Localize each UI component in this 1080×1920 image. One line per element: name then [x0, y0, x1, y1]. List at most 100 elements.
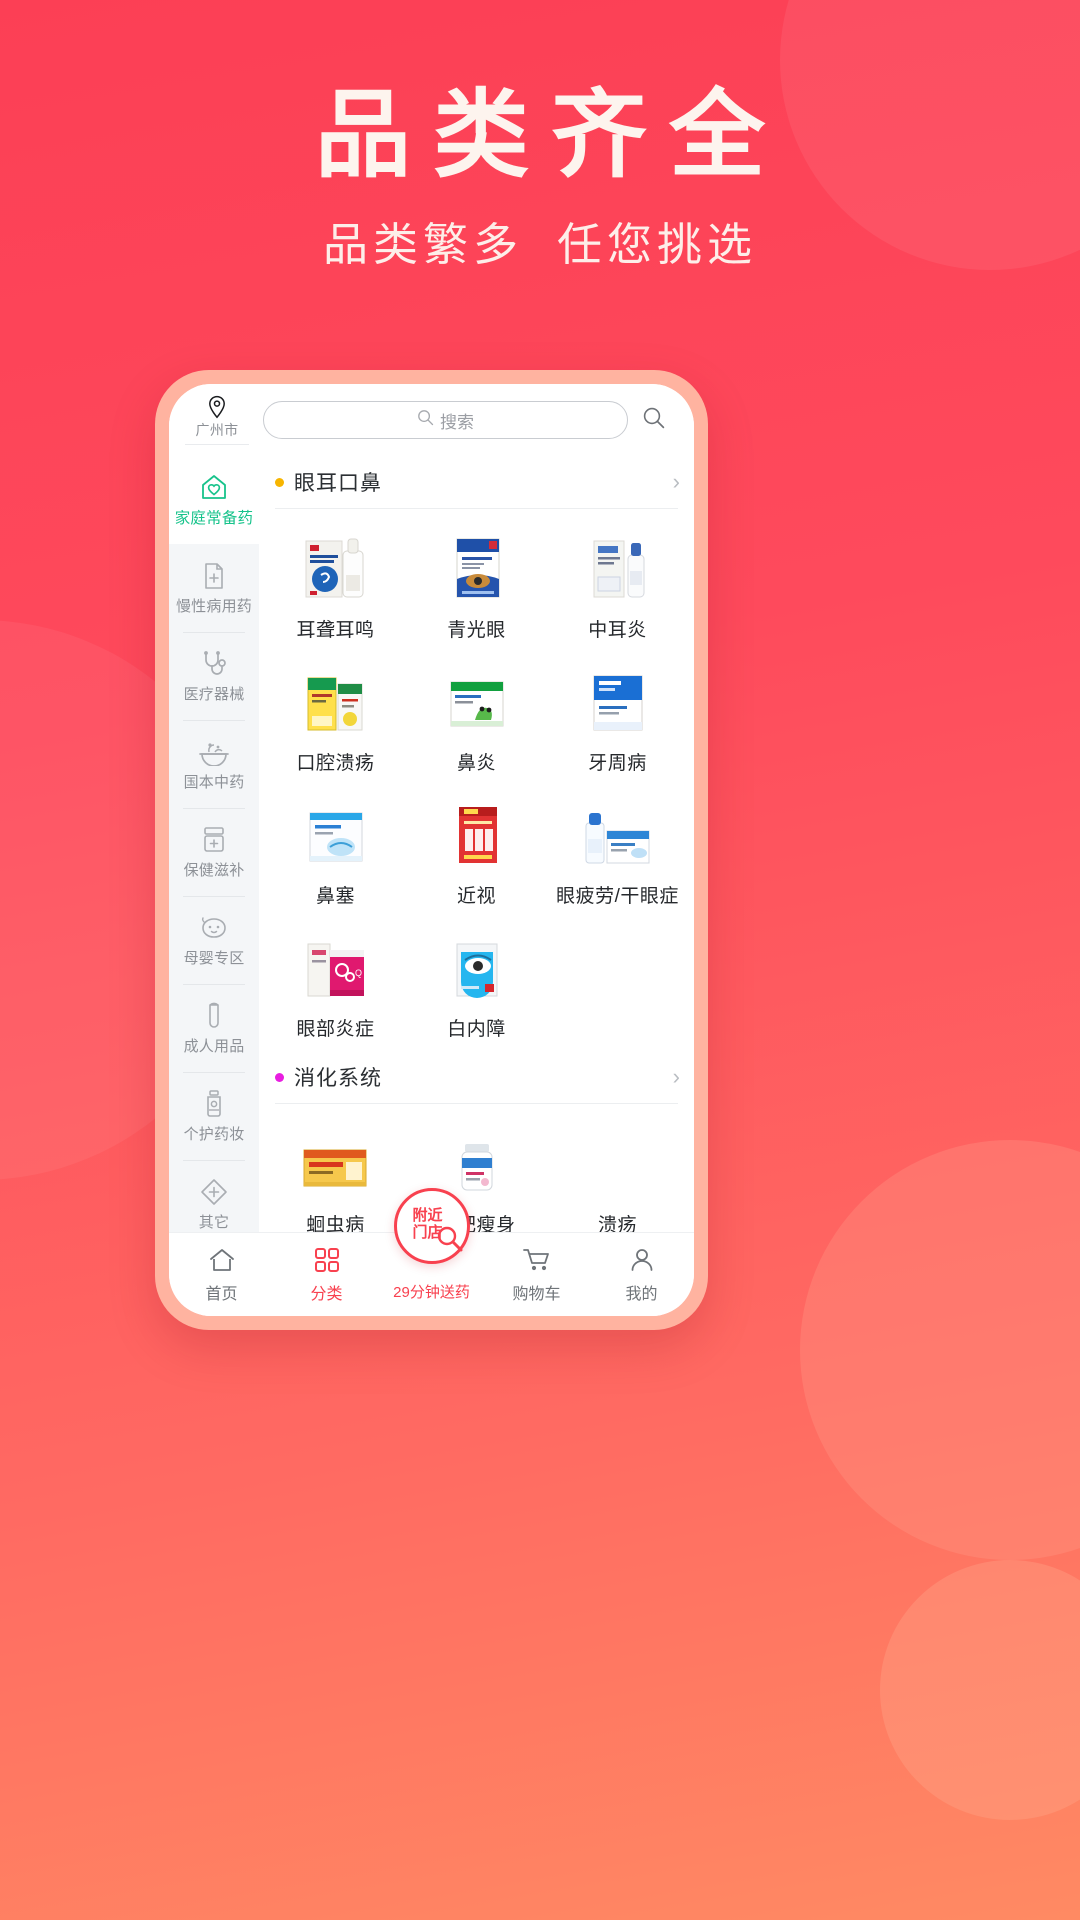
subtitle-right: 任您挑选 [557, 218, 758, 270]
sidebar-item-chinese-medicine[interactable]: 国本中药 [169, 720, 259, 808]
product-thumbnail [575, 527, 661, 605]
sidebar-item-label: 慢性病用药 [175, 597, 252, 615]
location-label: 广州市 [195, 422, 239, 438]
product-thumbnail [575, 660, 661, 738]
grid-item[interactable]: 蛔虫病 [265, 1114, 406, 1232]
diamond-plus-icon [199, 1177, 229, 1207]
file-plus-icon [201, 561, 227, 591]
grid-item[interactable]: 眼疲劳/干眼症 [547, 785, 688, 918]
sidebar-item-label: 医疗器械 [183, 685, 245, 703]
sidebar-item-label: 个护药妆 [183, 1125, 245, 1143]
svg-text:Q: Q [355, 968, 362, 978]
page-subtitle: 品类繁多 任您挑选 [0, 208, 1080, 273]
search-button[interactable] [628, 406, 680, 435]
grid-item-label: 鼻炎 [456, 753, 496, 774]
hero-banner: 品类齐全 品类繁多 任您挑选 [0, 0, 1080, 273]
sidebar-item-label: 家庭常备药 [174, 510, 254, 527]
grid-item[interactable]: 近视 [406, 785, 547, 918]
grid-item[interactable]: 青光眼 [406, 519, 547, 652]
grid-item-label: 近视 [456, 886, 496, 907]
section-dot [275, 477, 284, 487]
grid-item[interactable]: Q 眼部炎症 [265, 918, 406, 1051]
search-input[interactable]: 搜索 [263, 401, 628, 439]
stethoscope-icon [199, 649, 229, 679]
herbal-bowl-icon [198, 737, 230, 767]
grid-item-label: 中耳炎 [588, 620, 647, 641]
tab-label: 29分钟送药 [393, 1284, 470, 1301]
tab-label: 我的 [625, 1285, 658, 1303]
grid-item-label: 眼疲劳/干眼症 [556, 886, 679, 907]
product-thumbnail [434, 793, 520, 871]
sidebar-item-health-supplements[interactable]: 保健滋补 [169, 808, 259, 896]
phone-mockup: 广州市 搜索 家庭常备药 慢性病用药 医疗器械 国本中药 保健滋补 母婴专区 成… [155, 370, 708, 1330]
grid-item[interactable]: 鼻塞 [265, 785, 406, 918]
sidebar-item-adult-products[interactable]: 成人用品 [169, 984, 259, 1072]
product-grid-1: 耳聋耳鸣 青光眼 中耳炎 口腔溃疡 鼻炎 牙周病 鼻塞 近视 眼疲劳/干眼症 Q… [259, 509, 694, 1051]
product-grid-2: 蛔虫病 减肥瘦身 溃疡 [259, 1104, 694, 1232]
product-thumbnail [293, 1122, 379, 1200]
grid-item-label: 白内障 [447, 1019, 506, 1040]
section-title: 眼耳口鼻 [294, 472, 382, 495]
tab-home[interactable]: 首页 [169, 1233, 274, 1316]
chevron-right-icon[interactable]: › [673, 1066, 680, 1088]
product-thumbnail [575, 1122, 661, 1200]
sidebar-item-family-medicine[interactable]: 家庭常备药 [169, 456, 259, 544]
grid-item-label: 蛔虫病 [306, 1215, 365, 1232]
product-thumbnail [434, 1122, 520, 1200]
grid-item[interactable]: 中耳炎 [547, 519, 688, 652]
app-header: 广州市 搜索 [169, 384, 694, 456]
sidebar-item-other[interactable]: 其它 [169, 1160, 259, 1232]
section-dot [275, 1072, 284, 1082]
chevron-right-icon[interactable]: › [673, 471, 680, 493]
magnifier-icon [437, 1226, 463, 1257]
sidebar-item-label: 保健滋补 [183, 861, 245, 879]
grid-item[interactable]: 口腔溃疡 [265, 652, 406, 785]
location-selector[interactable]: 广州市 [185, 395, 249, 445]
tab-label: 购物车 [512, 1285, 561, 1303]
grid-icon [314, 1246, 340, 1274]
tab-label: 分类 [310, 1285, 343, 1303]
grid-item[interactable]: 牙周病 [547, 652, 688, 785]
grid-item-label: 牙周病 [588, 753, 647, 774]
sidebar-item-label: 母婴专区 [183, 949, 245, 967]
grid-item-label: 眼部炎症 [296, 1019, 375, 1040]
section-header-digestive-system[interactable]: 消化系统 › [259, 1051, 694, 1103]
grid-item-label: 耳聋耳鸣 [296, 620, 375, 641]
grid-item[interactable]: 溃疡 [547, 1114, 688, 1232]
baby-face-icon [198, 913, 230, 943]
sidebar-item-label: 其它 [198, 1213, 230, 1231]
grid-item[interactable]: 白内障 [406, 918, 547, 1051]
category-content[interactable]: 眼耳口鼻 › 耳聋耳鸣 青光眼 中耳炎 口腔溃疡 鼻炎 牙周病 鼻塞 近视 眼疲… [259, 456, 694, 1232]
product-thumbnail [434, 926, 520, 1004]
nearby-store-line1: 附近 [412, 1207, 443, 1224]
page-title: 品类齐全 [315, 82, 787, 189]
product-thumbnail: Q [293, 926, 379, 1004]
product-thumbnail [293, 527, 379, 605]
product-thumbnail [434, 660, 520, 738]
product-thumbnail [293, 793, 379, 871]
tab-profile[interactable]: 我的 [589, 1233, 694, 1316]
search-placeholder: 搜索 [440, 412, 474, 432]
sidebar-item-medical-devices[interactable]: 医疗器械 [169, 632, 259, 720]
grid-item[interactable]: 耳聋耳鸣 [265, 519, 406, 652]
subtitle-left: 品类繁多 [322, 218, 523, 270]
adult-product-icon [203, 1001, 225, 1031]
sidebar-item-personal-care[interactable]: 个护药妆 [169, 1072, 259, 1160]
supplement-box-icon [200, 825, 228, 855]
sidebar-item-mother-baby[interactable]: 母婴专区 [169, 896, 259, 984]
category-sidebar[interactable]: 家庭常备药 慢性病用药 医疗器械 国本中药 保健滋补 母婴专区 成人用品 个护药… [169, 456, 259, 1232]
nearby-store-button[interactable]: 附近 门店 [393, 1188, 470, 1264]
cart-icon [522, 1246, 552, 1274]
sidebar-item-label: 国本中药 [183, 773, 245, 791]
tab-label: 首页 [205, 1285, 238, 1303]
section-header-eye-ear-mouth-nose[interactable]: 眼耳口鼻 › [259, 456, 694, 508]
section-title: 消化系统 [294, 1067, 382, 1090]
tab-category[interactable]: 分类 [274, 1233, 379, 1316]
grid-item-label: 鼻塞 [315, 886, 355, 907]
grid-item-label: 溃疡 [597, 1215, 637, 1232]
grid-item[interactable]: 鼻炎 [406, 652, 547, 785]
sidebar-item-chronic-disease[interactable]: 慢性病用药 [169, 544, 259, 632]
product-thumbnail [434, 527, 520, 605]
tab-cart[interactable]: 购物车 [484, 1233, 589, 1316]
product-thumbnail [575, 793, 661, 871]
